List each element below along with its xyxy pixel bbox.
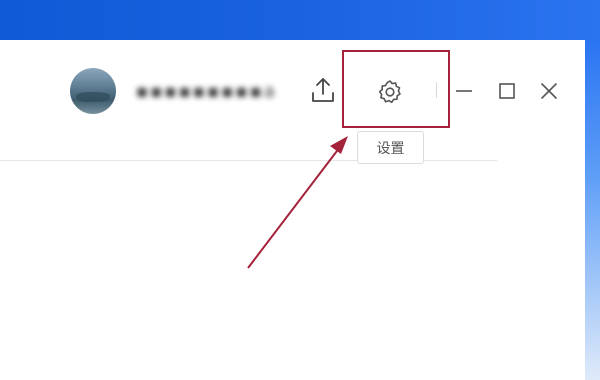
gear-icon [378,80,401,104]
maximize-button[interactable] [492,76,522,106]
username-label[interactable]: ▪▪▪▪▪▪▪▪▪anad [136,78,276,106]
minimize-button[interactable] [449,76,479,106]
maximize-icon [499,83,515,99]
toolbar-separator [436,82,437,98]
settings-tooltip: 设置 [357,131,424,164]
upload-button[interactable] [305,72,341,108]
settings-button[interactable] [370,72,410,112]
upload-icon [312,78,334,102]
close-icon [541,83,557,99]
desktop-background-right [585,40,600,380]
avatar[interactable] [70,68,116,114]
minimize-icon [456,90,472,92]
close-button[interactable] [534,76,564,106]
desktop-background [0,0,600,40]
